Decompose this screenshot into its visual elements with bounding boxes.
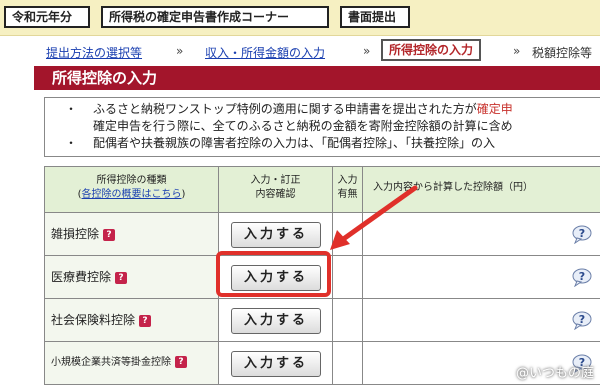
notice-line-1-text: ふるさと納税ワンストップ特例の適用に関する申請書を提出された方が — [93, 102, 477, 116]
help-question-icon[interactable]: ? — [115, 271, 128, 284]
header-deduction-type: 所得控除の種類 (各控除の概要はこちら) — [45, 167, 219, 212]
paper-submit-button[interactable]: 書面提出 — [340, 6, 410, 28]
help-bubble-icon[interactable]: ? — [571, 267, 593, 287]
input-cell: 入力する — [219, 213, 333, 255]
header-input-line2: 内容確認 — [255, 189, 296, 200]
input-flag-cell — [333, 256, 363, 298]
crumb-separator: » — [513, 44, 521, 58]
header-flag-line1: 入力 — [337, 175, 358, 186]
deduction-name-cell: 小規模企業共済等掛金控除? — [45, 342, 219, 384]
deduction-name: 社会保険料控除 — [51, 313, 136, 327]
crumb-submission-method[interactable]: 提出方法の選択等 — [46, 44, 142, 61]
bullet: ・ — [65, 136, 78, 150]
amount-cell: ? — [363, 299, 600, 341]
deduction-name: 医療費控除 — [51, 270, 112, 284]
deduction-name-cell: 雑損控除? — [45, 213, 219, 255]
amount-cell: ? — [363, 213, 600, 255]
input-cell: 入力する — [219, 342, 333, 384]
notice-line-1: ふるさと納税ワンストップ特例の適用に関する申請書を提出された方が確定申 — [93, 101, 513, 117]
amount-cell: ? — [363, 256, 600, 298]
highlight-box — [216, 251, 331, 297]
header-input-edit: 入力・訂正 内容確認 — [219, 167, 333, 212]
notice-line-3: 配偶者や扶養親族の障害者控除の入力は、「配偶者控除」、「扶養控除」の入 — [93, 136, 496, 150]
page-title: 所得控除の入力 — [34, 66, 600, 90]
header-amount: 入力内容から計算した控除額（円） — [373, 182, 533, 193]
header-input-flag: 入力 有無 — [333, 167, 363, 212]
header-type-label: 所得控除の種類 — [96, 175, 167, 186]
svg-text:?: ? — [579, 270, 585, 283]
table-row: 雑損控除? 入力する ? — [45, 213, 600, 256]
deduction-name: 雑損控除 — [51, 227, 100, 241]
input-button-casualty-loss[interactable]: 入力する — [231, 222, 321, 248]
svg-text:?: ? — [579, 313, 585, 326]
crumb-separator: » — [176, 44, 184, 58]
era-label: 令和元年分 — [4, 6, 90, 28]
input-cell: 入力する — [219, 299, 333, 341]
input-button-small-business-mutual-aid[interactable]: 入力する — [231, 351, 321, 377]
table-row: 社会保険料控除? 入力する ? — [45, 299, 600, 342]
notice-line-2: 確定申告を行う際に、全てのふるさと納税の金額を寄附金控除額の計算に含め — [93, 119, 513, 133]
paren-close: ) — [181, 189, 186, 200]
input-flag-cell — [333, 213, 363, 255]
header-overview: (各控除の概要はこちら) — [45, 188, 218, 202]
help-question-icon[interactable]: ? — [175, 356, 187, 368]
deduction-overview-link[interactable]: 各控除の概要はこちら — [82, 189, 182, 200]
help-bubble-icon[interactable]: ? — [571, 224, 593, 244]
deduction-name-cell: 社会保険料控除? — [45, 299, 219, 341]
input-flag-cell — [333, 342, 363, 384]
header-input-line1: 入力・訂正 — [250, 175, 301, 186]
breadcrumb: 提出方法の選択等 » 収入・所得金額の入力 » 所得控除の入力 » 税額控除等 — [0, 36, 600, 66]
input-flag-cell — [333, 299, 363, 341]
bullet: ・ — [65, 102, 78, 116]
corner-title[interactable]: 所得税の確定申告書作成コーナー — [101, 6, 329, 28]
watermark: @いつもの庭 — [515, 366, 594, 381]
svg-text:?: ? — [579, 227, 585, 240]
crumb-separator: » — [363, 44, 371, 58]
notice-line-1-red: 確定申 — [476, 102, 513, 116]
header-flag-line2: 有無 — [337, 189, 358, 200]
deduction-name: 小規模企業共済等掛金控除 — [51, 357, 171, 368]
input-button-social-insurance[interactable]: 入力する — [231, 308, 321, 334]
table-header: 所得控除の種類 (各控除の概要はこちら) 入力・訂正 内容確認 入力 有無 入力… — [45, 167, 600, 213]
top-toolbar: 令和元年分 所得税の確定申告書作成コーナー 書面提出 — [0, 0, 600, 36]
crumb-income-input[interactable]: 収入・所得金額の入力 — [205, 44, 325, 61]
deduction-name-cell: 医療費控除? — [45, 256, 219, 298]
help-question-icon[interactable]: ? — [139, 314, 152, 327]
crumb-deduction-input-current: 所得控除の入力 — [381, 39, 482, 61]
notice-box: ・ ふるさと納税ワンストップ特例の適用に関する申請書を提出された方が確定申 確定… — [44, 97, 600, 157]
help-question-icon[interactable]: ? — [103, 228, 116, 241]
crumb-tax-credit: 税額控除等 — [532, 46, 593, 60]
help-bubble-icon[interactable]: ? — [571, 310, 593, 330]
